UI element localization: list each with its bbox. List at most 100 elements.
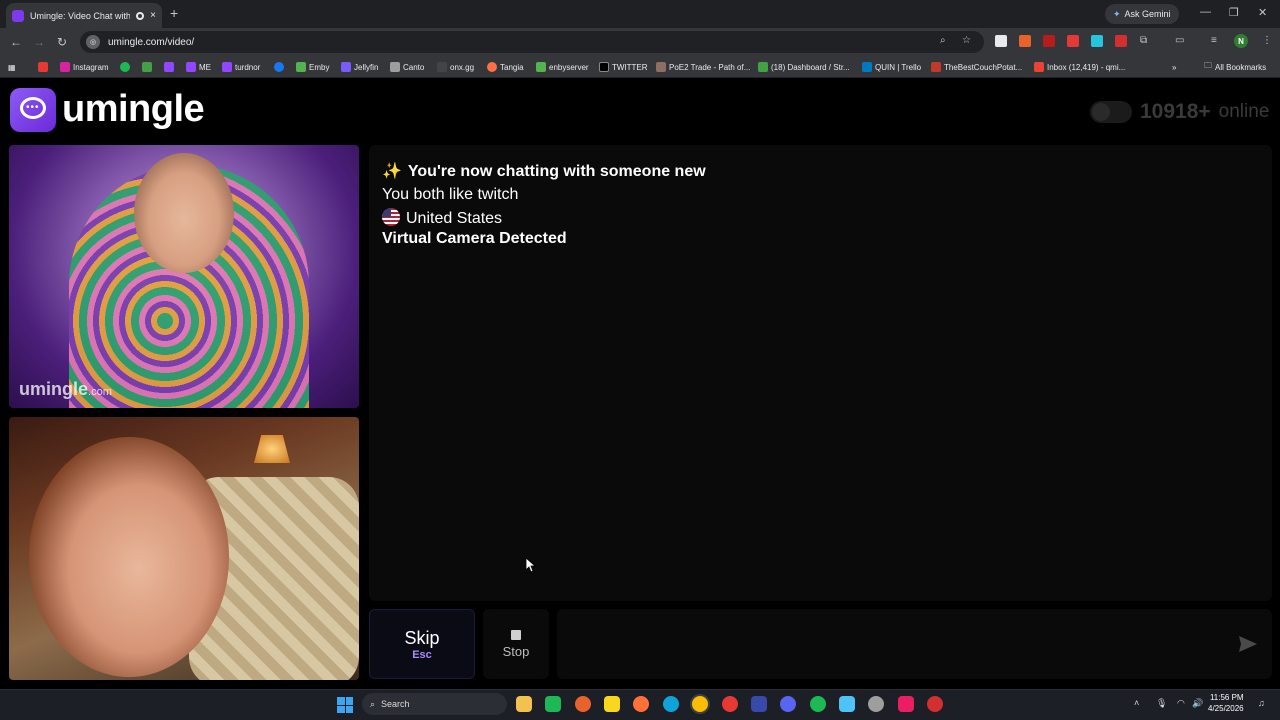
bookmark-onx[interactable]: onx.gg — [437, 60, 474, 74]
bookmark-inbox[interactable]: Inbox (12,419) - qmi... — [1034, 60, 1125, 74]
bookmark-jellyfin[interactable]: Jellyfin — [341, 60, 378, 74]
bookmark-enbyserver[interactable]: enbyserver — [536, 60, 589, 74]
ask-gemini-button[interactable]: ✦ Ask Gemini — [1105, 4, 1179, 24]
site-logo-text[interactable]: umingle — [62, 88, 205, 131]
play-app-icon[interactable] — [545, 696, 561, 712]
bookmark-me[interactable]: ME — [186, 60, 211, 74]
bookmark-poe2[interactable]: PoE2 Trade - Path of... — [656, 60, 750, 74]
bookmark-youtube[interactable] — [38, 60, 48, 74]
extensions-puzzle-icon[interactable]: ⧉ — [1140, 35, 1147, 46]
bookmark-green[interactable] — [142, 60, 152, 74]
bookmark-twitch[interactable] — [164, 60, 174, 74]
bookmark-spotify[interactable] — [120, 60, 130, 74]
extension-teal-icon[interactable] — [1091, 35, 1103, 47]
enbyserver-icon — [536, 62, 546, 72]
apps-grid-icon[interactable]: ▦ — [8, 60, 16, 74]
bookmark-star-icon[interactable]: ☆ — [962, 35, 971, 46]
all-bookmarks[interactable]: 🗀 All Bookmarks — [1204, 60, 1266, 74]
extension-red-icon[interactable] — [1043, 35, 1055, 47]
chat-panel — [369, 145, 1272, 601]
mouse-cursor-icon — [525, 557, 537, 578]
media-controls-icon[interactable]: ≡ — [1211, 35, 1217, 46]
sticky-notes-icon[interactable] — [604, 696, 620, 712]
app-orange-icon[interactable] — [575, 696, 591, 712]
bookmark-emby[interactable]: Emby — [296, 60, 329, 74]
emby-icon — [296, 62, 306, 72]
chrome-icon[interactable] — [692, 696, 708, 712]
profile-avatar[interactable]: N — [1234, 34, 1248, 48]
forward-arrow-icon[interactable]: → — [33, 35, 45, 49]
back-arrow-icon[interactable]: ← — [10, 35, 22, 49]
self-face — [29, 437, 229, 677]
spotify-taskbar-icon[interactable] — [810, 696, 826, 712]
discord-icon[interactable] — [780, 696, 796, 712]
bookmarks-overflow-icon[interactable]: » — [1172, 60, 1176, 74]
extension-k-icon[interactable] — [995, 35, 1007, 47]
jellyfin-icon — [341, 62, 351, 72]
bookmark-tangia[interactable]: Tangia — [487, 60, 524, 74]
volume-icon[interactable]: 🔊 — [1192, 698, 1203, 709]
maximize-icon[interactable]: ❐ — [1229, 6, 1239, 19]
reload-icon[interactable]: ↻ — [57, 35, 67, 49]
skip-button[interactable]: Skip Esc — [369, 609, 475, 679]
twitch-icon — [164, 62, 174, 72]
theme-toggle[interactable] — [1090, 101, 1132, 123]
bookmark-couchpotato[interactable]: TheBestCouchPotat... — [931, 60, 1022, 74]
app-red-icon[interactable] — [927, 696, 943, 712]
extension-youtube-icon[interactable] — [1067, 35, 1079, 47]
site-info-icon[interactable]: ◎ — [86, 35, 100, 49]
umingle-favicon-icon — [12, 9, 24, 22]
chat-message-virtual-camera: Virtual Camera Detected — [382, 230, 567, 247]
wifi-icon[interactable]: ◠ — [1177, 698, 1185, 709]
bookmark-dashboard[interactable]: (18) Dashboard / Str... — [758, 60, 850, 74]
lamp-background — [254, 435, 290, 463]
instagram-icon — [60, 62, 70, 72]
extension-shield-icon[interactable] — [1115, 35, 1127, 47]
tab-close-icon[interactable]: × — [150, 10, 156, 21]
bookmark-twitter[interactable]: TWITTER — [599, 60, 648, 74]
obs-icon[interactable] — [868, 696, 884, 712]
send-icon[interactable] — [1238, 635, 1258, 658]
browser-menu-icon[interactable]: ⋮ — [1262, 35, 1272, 46]
window-close-icon[interactable]: ✕ — [1258, 6, 1267, 19]
stranger-face — [134, 153, 234, 273]
new-tab-button[interactable]: + — [170, 5, 178, 21]
stop-button[interactable]: Stop — [483, 609, 549, 679]
zoom-icon[interactable]: ⌕ — [940, 35, 946, 46]
umingle-logo-icon[interactable]: ••• — [10, 88, 56, 132]
facebook-icon — [274, 62, 284, 72]
app-blue-icon[interactable] — [751, 696, 767, 712]
minimize-icon[interactable]: — — [1200, 6, 1211, 18]
firefox-icon[interactable] — [633, 696, 649, 712]
ask-gemini-label: Ask Gemini — [1124, 9, 1171, 19]
notification-bell-icon[interactable]: ♫ — [1258, 698, 1265, 708]
file-explorer-icon[interactable] — [516, 696, 532, 712]
skip-shortcut: Esc — [412, 648, 432, 661]
bookmark-label: onx.gg — [450, 62, 475, 72]
browser-tabstrip — [0, 0, 1280, 28]
browser-tab[interactable]: Umingle: Video Chat with S × — [6, 3, 162, 28]
bookmark-canto[interactable]: Canto — [390, 60, 424, 74]
edge-icon[interactable] — [663, 696, 679, 712]
taskbar-clock[interactable]: 11:56 PM 4/25/2026 — [1208, 692, 1244, 714]
taskbar-search[interactable]: ⌕ Search — [362, 693, 507, 715]
address-bar[interactable]: ◎ umingle.com/video/ — [80, 31, 984, 53]
bookmark-label: PoE2 Trade - Path of... — [669, 62, 751, 72]
bookmark-turdnor[interactable]: turdnor — [222, 60, 260, 74]
tab-search-icon[interactable]: ▭ — [1175, 35, 1184, 46]
notepad-icon[interactable] — [839, 696, 855, 712]
online-count: 10918+ — [1140, 100, 1211, 123]
windows-start-icon[interactable] — [337, 697, 353, 713]
chat-input[interactable] — [557, 609, 1272, 679]
sparkle-icon: ✨ — [382, 163, 402, 180]
tiktok-icon[interactable] — [898, 696, 914, 712]
extension-fox-icon[interactable] — [1019, 35, 1031, 47]
microphone-icon[interactable]: 🎙 — [1156, 698, 1167, 709]
bookmark-facebook[interactable] — [274, 60, 284, 74]
twitch-icon — [186, 62, 196, 72]
bookmark-label: Instagram — [73, 62, 109, 72]
bookmark-instagram[interactable]: Instagram — [60, 60, 109, 74]
bookmark-trello[interactable]: QUIN | Trello — [862, 60, 921, 74]
tray-overflow-icon[interactable]: ˄ — [1134, 698, 1139, 708]
opera-icon[interactable] — [722, 696, 738, 712]
